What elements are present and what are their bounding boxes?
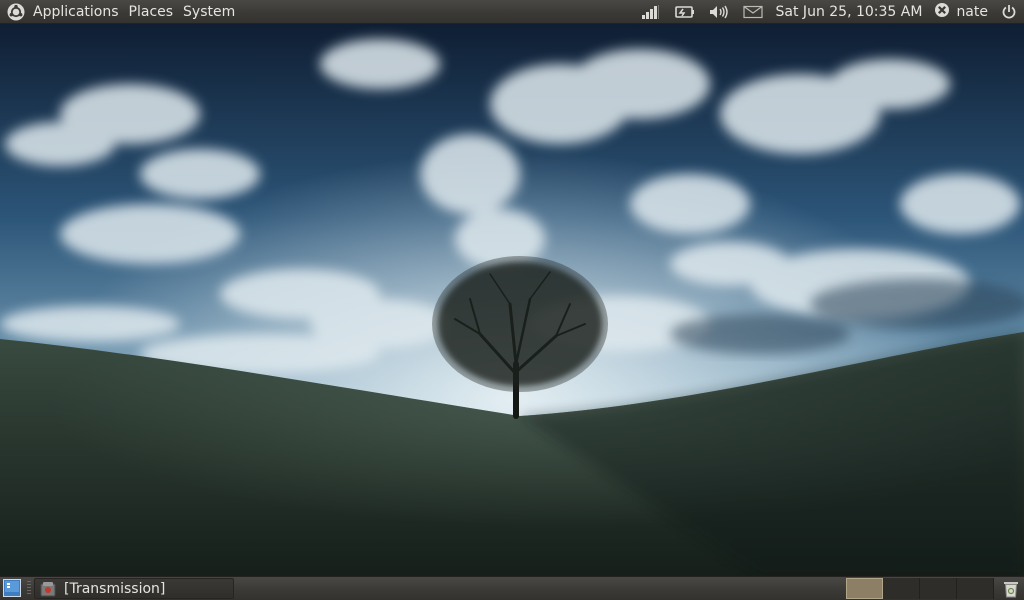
show-desktop-icon[interactable] (2, 578, 22, 598)
mail-envelope-icon[interactable] (736, 0, 770, 24)
workspace-switcher (846, 577, 996, 600)
workspace-1[interactable] (846, 578, 883, 599)
user-status-icon (934, 2, 950, 22)
menu-places[interactable]: Places (124, 0, 179, 24)
workspace-2[interactable] (883, 578, 920, 599)
task-label: [Transmission] (64, 580, 166, 597)
workspace-3[interactable] (920, 578, 957, 599)
menu-applications[interactable]: Applications (28, 0, 124, 24)
panel-handle[interactable] (27, 581, 31, 595)
battery-icon[interactable] (668, 0, 702, 24)
bottom-panel: [Transmission] (0, 576, 1024, 600)
top-panel: Applications Places System Sat Jun 25, 1… (0, 0, 1024, 24)
transmission-icon (40, 581, 56, 597)
ubuntu-logo-icon[interactable] (4, 0, 28, 24)
desktop-wallpaper[interactable] (0, 24, 1024, 576)
user-name: nate (956, 4, 988, 20)
workspace-4[interactable] (957, 578, 994, 599)
menu-system[interactable]: System (178, 0, 240, 24)
power-icon[interactable] (994, 0, 1024, 24)
network-signal-icon[interactable] (641, 0, 668, 24)
trash-icon[interactable] (1000, 578, 1022, 599)
task-button-transmission[interactable]: [Transmission] (34, 578, 234, 599)
clock[interactable]: Sat Jun 25, 10:35 AM (770, 0, 929, 24)
system-tray: Sat Jun 25, 10:35 AM nate (641, 0, 1024, 24)
volume-icon[interactable] (702, 0, 736, 24)
user-menu[interactable]: nate (928, 2, 994, 22)
